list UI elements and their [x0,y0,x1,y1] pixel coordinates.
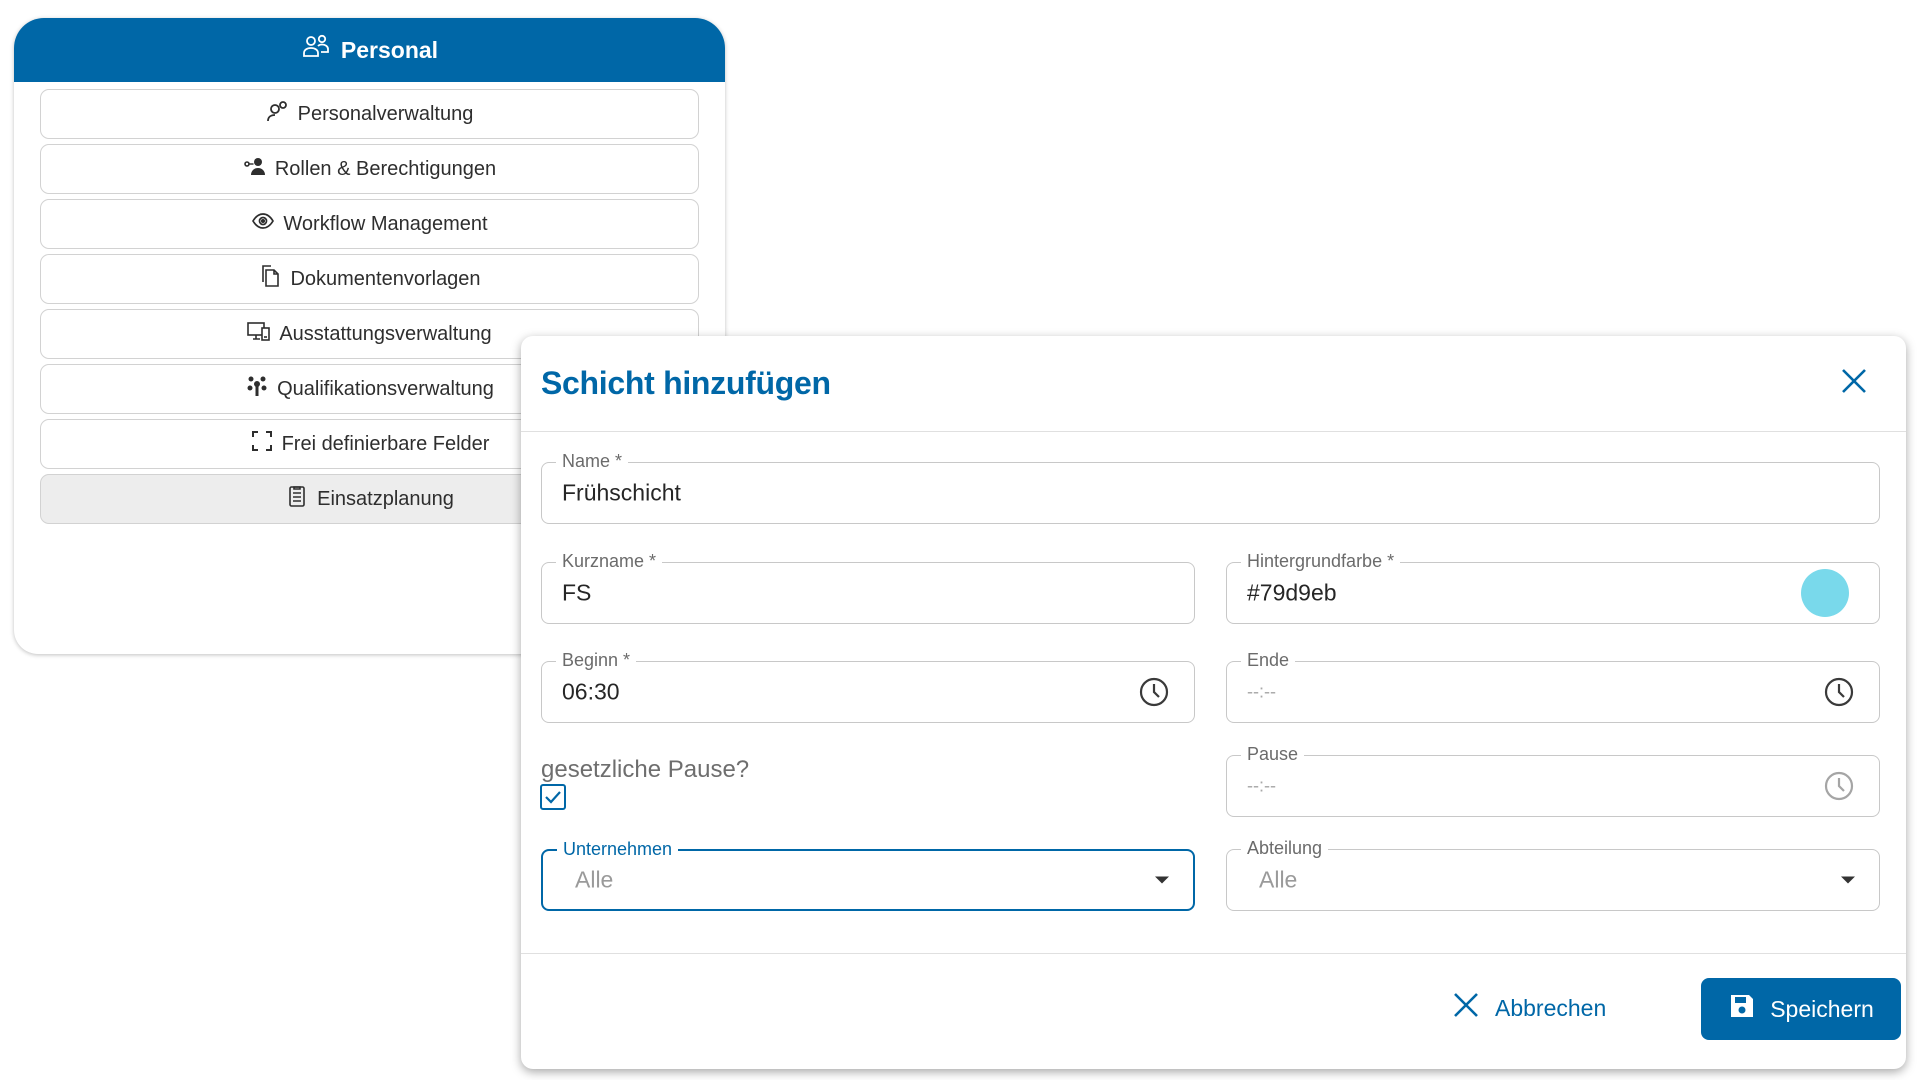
abteilung-select[interactable]: Abteilung Alle [1226,837,1880,911]
unternehmen-label: Unternehmen [557,838,679,860]
documents-icon [258,264,282,294]
menu-item-label: Workflow Management [283,212,488,235]
user-key-icon [243,154,267,184]
menu-item-workflow-management[interactable]: Workflow Management [40,199,699,249]
hintergrundfarbe-value: #79d9eb [1247,579,1337,606]
beginn-label: Beginn * [556,649,637,671]
cancel-button[interactable]: Abbrechen [1451,978,1606,1038]
pause-placeholder: --:-- [1247,775,1276,796]
menu-item-label: Qualifikationsverwaltung [277,377,494,400]
ende-field[interactable]: Ende --:-- [1226,649,1880,723]
menu-item-personalverwaltung[interactable]: Personalverwaltung [40,89,699,139]
beginn-field[interactable]: Beginn * 06:30 [541,649,1195,723]
unternehmen-selected: Alle [575,866,614,893]
menu-title: Personal [340,36,439,63]
menu-item-label: Rollen & Berechtigungen [274,157,497,180]
pause-field[interactable]: Pause --:-- [1226,743,1880,817]
gesetzliche-pause-checkbox[interactable] [540,784,566,810]
close-icon [1451,990,1481,1026]
menu-header: Personal [14,18,725,82]
chevron-down-icon[interactable] [1155,876,1169,884]
menu-item-label: Ausstattungsverwaltung [279,322,492,345]
dialog-footer: Abbrechen Speichern [521,953,1906,1069]
menu-item-dokumentenvorlagen[interactable]: Dokumentenvorlagen [40,254,699,304]
name-field[interactable]: Name * Frühschicht [541,450,1880,524]
hintergrundfarbe-field[interactable]: Hintergrundfarbe * #79d9eb [1226,550,1880,624]
clock-icon[interactable] [1823,770,1855,802]
name-value: Frühschicht [562,479,681,506]
menu-item-label: Frei definierbare Felder [281,432,490,455]
person-settings-icon [266,99,290,129]
dialog-header: Schicht hinzufügen [521,336,1906,432]
clipboard-list-icon [285,484,309,514]
save-disk-icon [1728,992,1756,1026]
save-button[interactable]: Speichern [1701,978,1901,1040]
clock-icon[interactable] [1823,676,1855,708]
abteilung-selected: Alle [1259,866,1298,893]
name-label: Name * [556,450,629,472]
abteilung-label: Abteilung [1241,837,1329,859]
unternehmen-select[interactable]: Unternehmen Alle [541,838,1195,911]
menu-item-label: Einsatzplanung [317,487,454,510]
menu-item-rollen-berechtigungen[interactable]: Rollen & Berechtigungen [40,144,699,194]
dialog-title: Schicht hinzufügen [541,365,831,401]
expand-frame-icon [250,429,274,459]
pause-label: Pause [1241,743,1305,765]
workflow-eye-icon [251,209,275,239]
people-group-icon [301,32,331,68]
ende-label: Ende [1241,649,1296,671]
gesetzliche-pause-label: gesetzliche Pause? [541,756,750,783]
close-icon [1838,365,1870,402]
close-button[interactable] [1832,362,1876,406]
menu-item-label: Personalverwaltung [297,102,474,125]
kurzname-label: Kurzname * [556,550,663,572]
cancel-label: Abbrechen [1495,994,1607,1021]
ende-placeholder: --:-- [1247,681,1276,702]
menu-item-label: Dokumentenvorlagen [290,267,481,290]
kurzname-value: FS [562,579,592,606]
save-label: Speichern [1770,995,1874,1022]
add-shift-dialog: Schicht hinzufügen Name * Frühschicht Ku… [521,336,1906,1069]
kurzname-field[interactable]: Kurzname * FS [541,550,1195,624]
devices-icon [247,319,271,349]
clock-icon[interactable] [1138,676,1170,708]
skills-tree-icon [245,374,269,404]
beginn-value: 06:30 [562,678,620,705]
chevron-down-icon[interactable] [1841,876,1855,884]
color-swatch[interactable] [1801,569,1849,617]
check-icon [542,786,564,808]
hintergrundfarbe-label: Hintergrundfarbe * [1241,550,1401,572]
